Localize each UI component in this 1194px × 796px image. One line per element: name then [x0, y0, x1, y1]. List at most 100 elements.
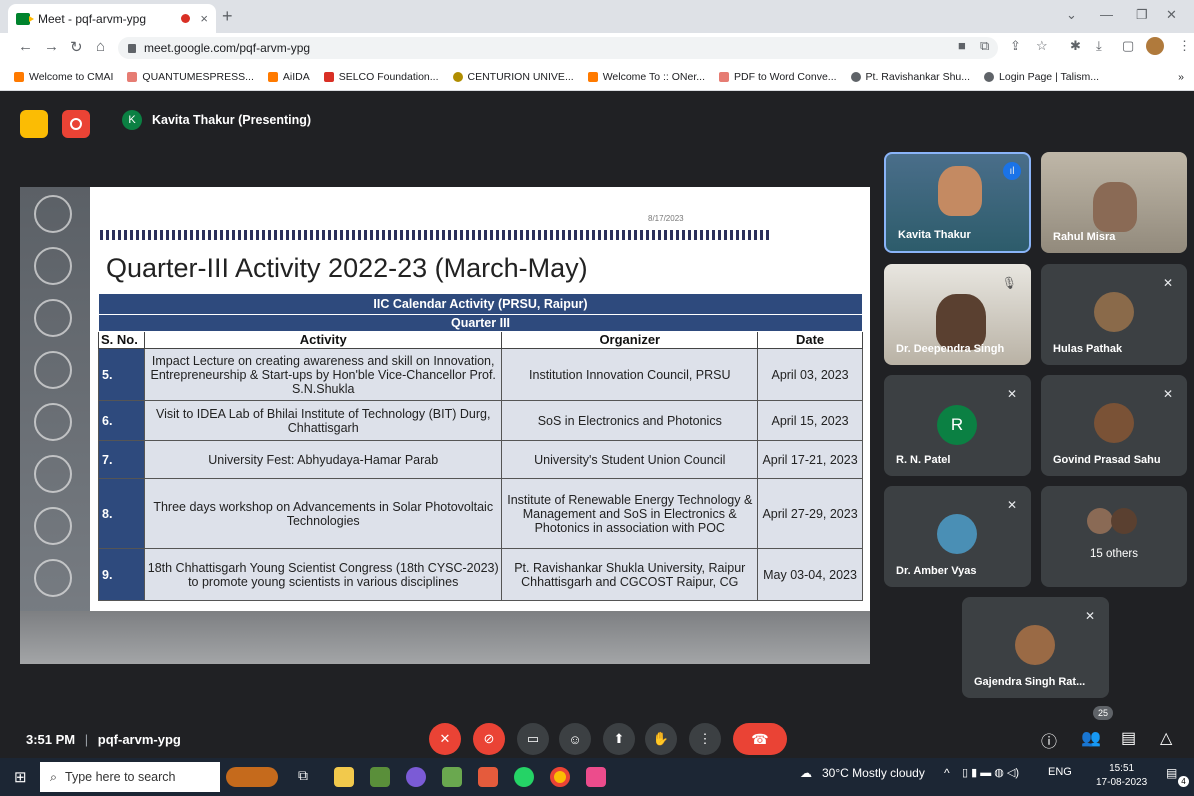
language-indicator[interactable]: ENG: [1048, 766, 1072, 778]
participant-tile[interactable]: 🎙 Dr. Deependra Singh: [884, 264, 1031, 365]
mic-off-icon: ✕: [1084, 609, 1095, 623]
participant-count-badge: 25: [1093, 706, 1113, 720]
app-icon[interactable]: [478, 767, 498, 787]
extensions-icon[interactable]: ✱: [1070, 38, 1081, 54]
bookmark-item[interactable]: Welcome To :: ONer...: [587, 71, 705, 83]
present-button[interactable]: ⬆: [603, 723, 635, 755]
bookmarks-bar: Welcome to CMAI QUANTUMESPRESS... AiIDA …: [0, 63, 1194, 91]
weather-icon[interactable]: ☁: [800, 766, 812, 780]
leave-call-button[interactable]: ☎: [733, 723, 787, 755]
url-text: meet.google.com/pqf-arvm-ypg: [144, 41, 311, 55]
back-arrow-icon[interactable]: ←: [18, 38, 33, 55]
close-window-button[interactable]: ✕: [1166, 7, 1177, 23]
home-icon[interactable]: ⌂: [96, 38, 105, 55]
participant-tile[interactable]: Rahul Misra: [1041, 152, 1187, 253]
participant-tile[interactable]: R ✕ R. N. Patel: [884, 375, 1031, 476]
app-icon[interactable]: [586, 767, 606, 787]
tab-close-button[interactable]: ×: [200, 11, 208, 26]
app-icon[interactable]: [370, 767, 390, 787]
forward-arrow-icon[interactable]: →: [44, 38, 59, 55]
reload-icon[interactable]: ↻: [70, 38, 83, 56]
file-explorer-icon[interactable]: [334, 767, 354, 787]
notification-count: 4: [1178, 776, 1189, 787]
bookmarks-overflow-button[interactable]: »: [1178, 71, 1184, 83]
windows-start-icon[interactable]: ⊞: [14, 768, 27, 786]
search-placeholder: Type here to search: [65, 770, 176, 784]
bookmark-item[interactable]: CENTURION UNIVE...: [452, 71, 574, 83]
app-icon[interactable]: [442, 767, 462, 787]
whatsapp-icon[interactable]: [514, 767, 534, 787]
slide-decorative-strip: [20, 187, 90, 664]
recording-button[interactable]: [62, 110, 90, 138]
meet-favicon-icon: [16, 12, 34, 25]
bookmark-item[interactable]: Pt. Ravishankar Shu...: [850, 71, 970, 83]
share-icon[interactable]: ⇪: [1010, 38, 1021, 54]
hang-up-icon: ☎: [751, 730, 769, 747]
bookmark-star-icon[interactable]: ☆: [1036, 38, 1048, 54]
chat-icon[interactable]: ▤: [1121, 728, 1136, 748]
taskbar-search-box[interactable]: ⌕ Type here to search: [40, 762, 220, 792]
taskbar-clock[interactable]: 15:51 17-08-2023: [1096, 762, 1147, 790]
minimize-button[interactable]: —: [1100, 7, 1113, 22]
meeting-code: pqf-arvm-ypg: [97, 732, 181, 747]
app-icon[interactable]: [406, 767, 426, 787]
bookmark-item[interactable]: Welcome to CMAI: [14, 71, 113, 83]
profile-avatar[interactable]: [1146, 37, 1164, 55]
menu-icon[interactable]: ⋮: [1178, 38, 1191, 54]
presentation-slide: 8/17/2023 Quarter-III Activity 2022-23 (…: [20, 187, 870, 664]
bookmark-item[interactable]: AiIDA: [267, 71, 310, 83]
search-icon: ⌕: [50, 769, 58, 784]
others-tile[interactable]: 15 others: [1041, 486, 1187, 587]
table-row: 6. Visit to IDEA Lab of Bhilai Institute…: [98, 400, 863, 441]
more-vert-icon: ⋮: [698, 731, 712, 746]
raise-hand-button[interactable]: ✋: [645, 723, 677, 755]
search-highlight-icon[interactable]: [226, 767, 278, 787]
participant-video: [936, 294, 986, 350]
camera-toggle-button[interactable]: ⊘: [473, 723, 505, 755]
download-icon[interactable]: ⤓: [1096, 38, 1102, 54]
bookmark-item[interactable]: PDF to Word Conve...: [719, 71, 837, 83]
bookmark-item[interactable]: SELCO Foundation...: [323, 71, 439, 83]
participant-avatar: [1087, 508, 1113, 534]
participant-tile[interactable]: ıl Kavita Thakur: [884, 152, 1031, 253]
reactions-button[interactable]: ☺: [559, 723, 591, 755]
translate-icon[interactable]: ⧉: [980, 38, 989, 54]
tab-search-icon[interactable]: ⌄: [1066, 7, 1077, 23]
presentation-off-icon[interactable]: [20, 110, 48, 138]
tray-icons[interactable]: ▯ ▮ ▬ ◍ ◁): [962, 766, 1019, 779]
camera-off-icon: ⊘: [483, 731, 495, 746]
notifications-icon[interactable]: ▤: [1166, 766, 1177, 780]
people-icon[interactable]: 👥: [1081, 728, 1101, 748]
slide-title: Quarter-III Activity 2022-23 (March-May): [106, 253, 588, 283]
bookmark-item[interactable]: Login Page | Talism...: [984, 71, 1099, 83]
chrome-icon[interactable]: [550, 767, 570, 787]
restore-button[interactable]: ❐: [1136, 7, 1148, 23]
participant-tile[interactable]: ✕ Hulas Pathak: [1041, 264, 1187, 365]
mic-toggle-button[interactable]: ✕: [429, 723, 461, 755]
activities-icon[interactable]: △: [1160, 728, 1172, 748]
browser-tab-bar: Meet - pqf-arvm-ypg × + ⌄ — ❐ ✕: [0, 0, 1194, 33]
browser-tab[interactable]: Meet - pqf-arvm-ypg ×: [8, 4, 216, 33]
participant-tile[interactable]: ✕ Gajendra Singh Rat...: [962, 597, 1109, 698]
present-icon: ⬆: [613, 731, 625, 746]
tray-chevron-icon[interactable]: ^: [944, 766, 950, 780]
participant-video: [938, 166, 982, 216]
speaking-indicator-icon: ıl: [1003, 162, 1021, 180]
weather-text[interactable]: 30°C Mostly cloudy: [822, 766, 925, 780]
new-tab-button[interactable]: +: [222, 6, 233, 27]
more-options-button[interactable]: ⋮: [689, 723, 721, 755]
meeting-info-icon[interactable]: ⓘ: [1041, 728, 1057, 752]
bookmark-item[interactable]: QUANTUMESPRESS...: [127, 71, 254, 83]
task-view-icon[interactable]: ⧉: [298, 767, 318, 787]
participant-tile[interactable]: ✕ Dr. Amber Vyas: [884, 486, 1031, 587]
captions-icon: ▭: [526, 731, 540, 746]
side-panel-icon[interactable]: ▢: [1122, 38, 1134, 54]
camera-icon[interactable]: ■: [958, 38, 966, 53]
table-row: 9. 18th Chhattisgarh Young Scientist Con…: [98, 548, 863, 601]
captions-button[interactable]: ▭: [517, 723, 549, 755]
table-row: 7. University Fest: Abhyudaya-Hamar Para…: [98, 440, 863, 479]
participant-avatar: [1094, 292, 1134, 332]
url-bar[interactable]: meet.google.com/pqf-arvm-ypg: [118, 37, 998, 59]
participant-tile[interactable]: ✕ Govind Prasad Sahu: [1041, 375, 1187, 476]
meeting-time: 3:51 PM: [26, 732, 76, 747]
